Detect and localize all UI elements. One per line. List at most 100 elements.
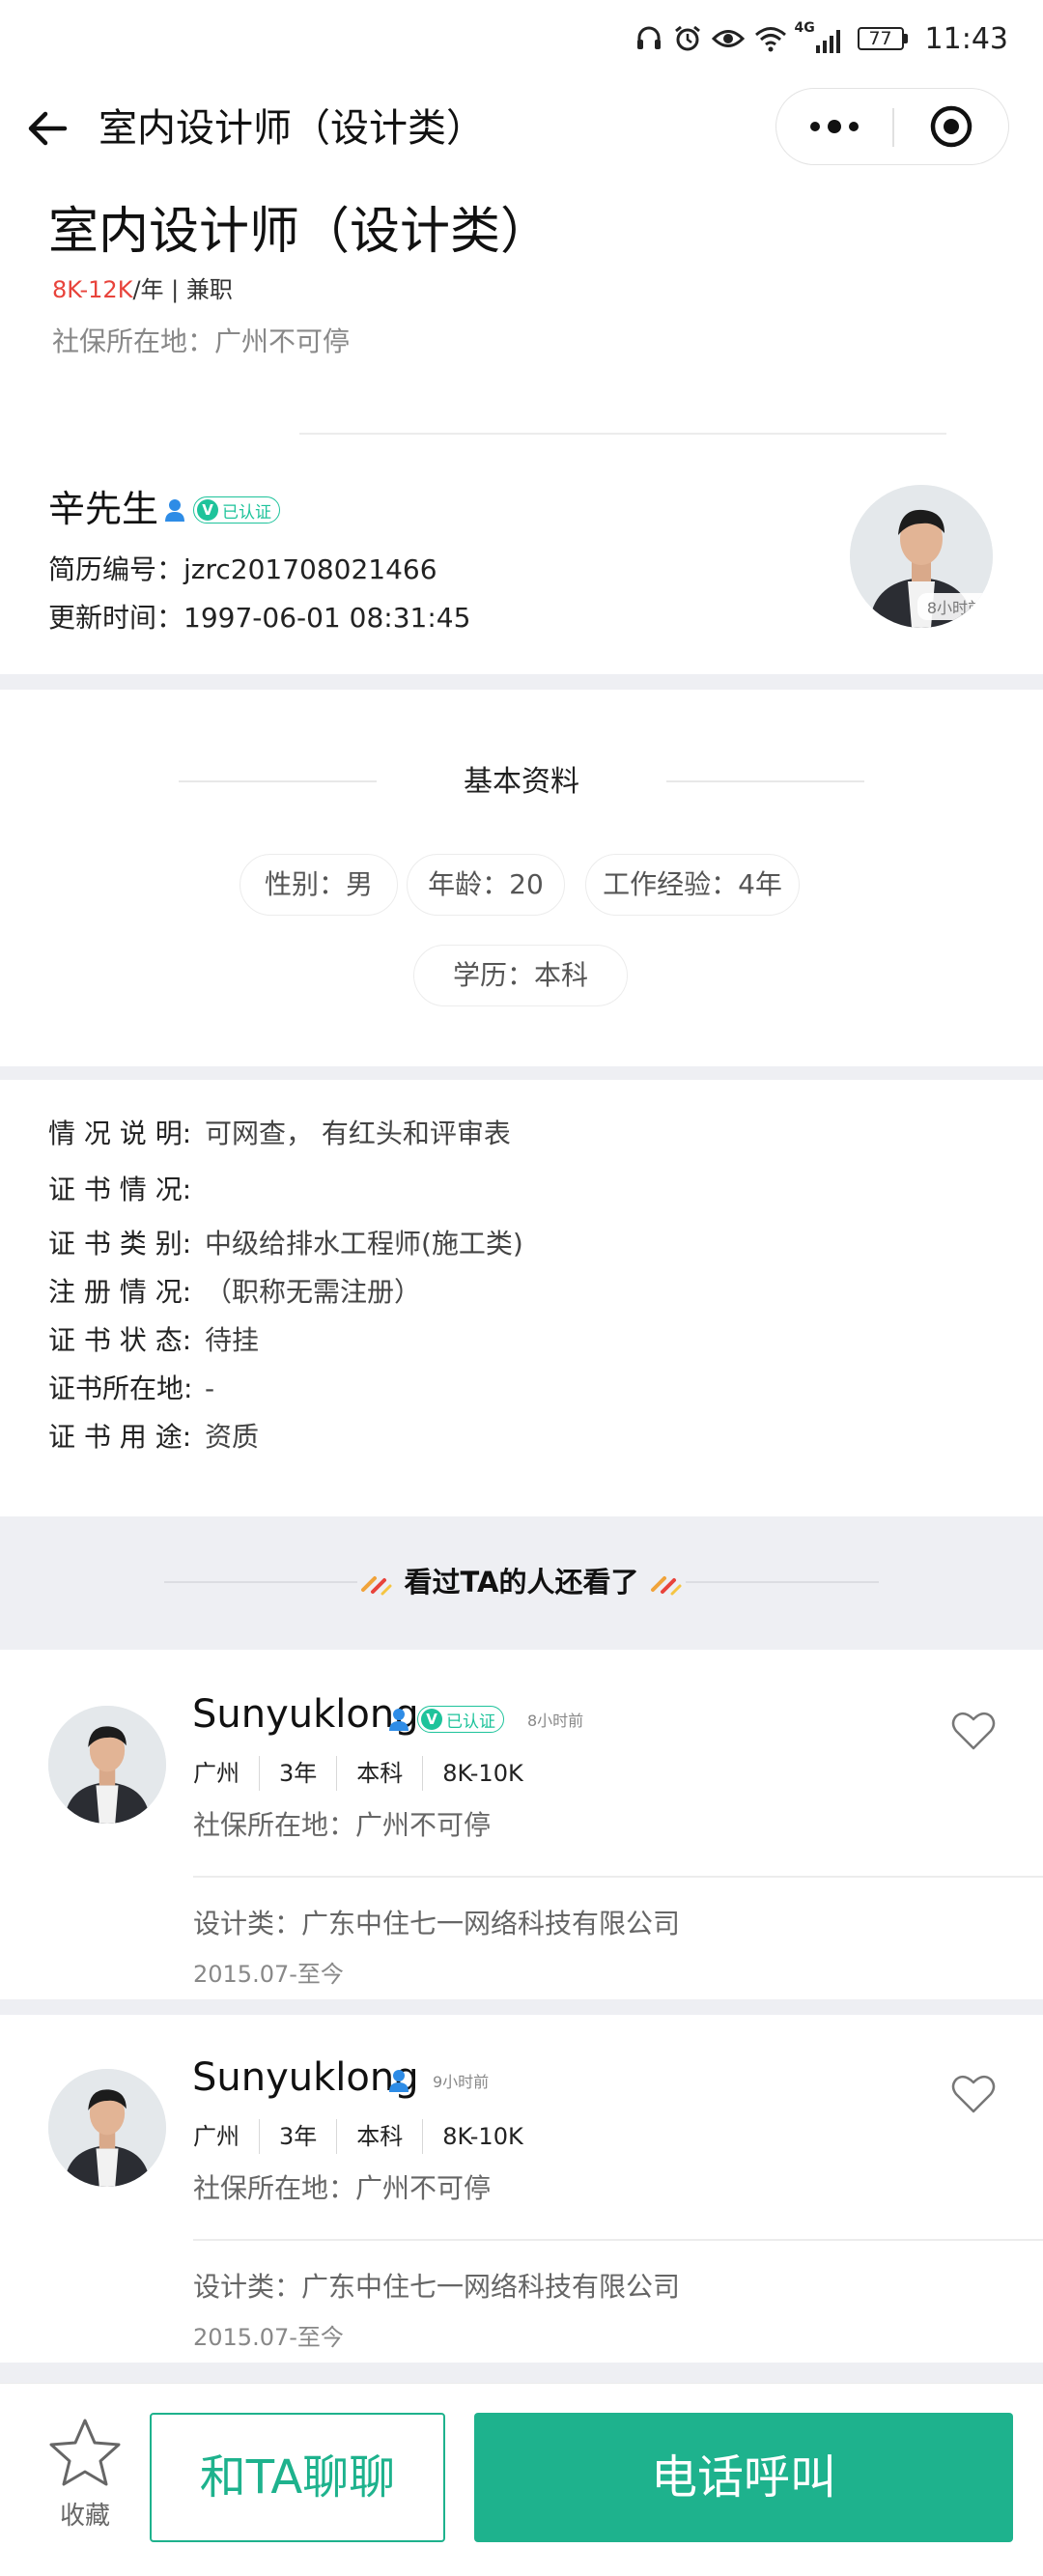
wifi-icon — [754, 27, 786, 52]
card-tags: 广州 3年 本科 8K-10K — [193, 2119, 543, 2154]
target-close-icon — [930, 105, 973, 148]
status-icons: 4G 77 11:43 — [634, 19, 1008, 58]
tag-city: 广州 — [193, 1760, 240, 1787]
section-gap — [0, 2363, 1043, 2383]
social-security-location: 社保所在地：广州不可停 — [52, 326, 351, 357]
back-button[interactable] — [21, 102, 73, 155]
sparkle-left-icon — [361, 1576, 392, 1596]
detail-value: 待挂 — [205, 1324, 260, 1356]
card-time: 9小时前 — [433, 2073, 490, 2091]
headset-icon — [636, 26, 661, 49]
section-gap — [0, 674, 1043, 690]
heart-icon[interactable] — [950, 1710, 997, 1752]
detail-label: 证书所在地: — [48, 1373, 193, 1404]
tag-salary: 8K-10K — [422, 1756, 542, 1791]
battery-level: 77 — [857, 27, 904, 50]
candidate-name: 辛先生 — [48, 488, 159, 530]
close-mini-program-button[interactable] — [893, 89, 1009, 164]
card-name: Sunyuklong — [192, 1692, 419, 1737]
nav-bar: 室内设计师（设计类） — [0, 85, 1043, 172]
detail-row-certificate: 证 书 情 况: — [48, 1171, 205, 1209]
detail-value: - — [205, 1373, 215, 1404]
detail-row-category: 证 书 类 别: 中级给排水工程师(施工类) — [48, 1225, 523, 1263]
tag-education: 本科 — [336, 2119, 422, 2154]
detail-row-status: 证 书 状 态: 待挂 — [48, 1321, 259, 1360]
card-period: 2015.07-至今 — [193, 1961, 344, 1988]
resume-title: 室内设计师（设计类） — [48, 203, 551, 261]
salary: 8K-12K — [52, 276, 133, 303]
updated-time: 1997-06-01 08:31:45 — [183, 602, 471, 634]
chat-button[interactable]: 和TA聊聊 — [150, 2413, 445, 2542]
card-company: 设计类：广东中住七一网络科技有限公司 — [193, 1908, 681, 1939]
tag-education: 本科 — [336, 1756, 422, 1791]
heart-icon[interactable] — [950, 2073, 997, 2115]
card-company: 设计类：广东中住七一网络科技有限公司 — [193, 2271, 681, 2303]
divider — [299, 433, 946, 435]
card-badges: 9小时前 — [388, 2069, 489, 2092]
bottom-action-bar: 收藏 和TA聊聊 电话呼叫 — [0, 2383, 1043, 2576]
verified-check-icon: V — [197, 499, 218, 521]
detail-value: 可网查， 有红头和评审表 — [205, 1118, 511, 1149]
network-type: 4G — [794, 20, 815, 36]
avatar — [48, 2069, 166, 2187]
candidate-card[interactable]: Sunyuklong 9小时前 广州 3年 本科 8K-10K 社保所在地：广州… — [0, 2015, 1043, 2363]
person-icon — [165, 499, 184, 522]
avatar-photo — [48, 2069, 166, 2187]
verified-badge: V 已认证 — [417, 1706, 504, 1733]
tag-salary: 8K-10K — [422, 2119, 542, 2154]
detail-value: 资质 — [205, 1421, 260, 1453]
tag-experience: 3年 — [259, 1756, 336, 1791]
card-badges: V 已认证 8小时前 — [388, 1706, 583, 1733]
detail-label: 情 况 说 明: — [48, 1118, 192, 1149]
card-name: Sunyuklong — [192, 2055, 419, 2100]
network-signal-icon: 4G — [795, 20, 840, 53]
detail-row-description: 情 况 说 明: 可网查， 有红头和评审表 — [48, 1115, 511, 1153]
verified-check-icon: V — [421, 1709, 442, 1730]
candidate-card[interactable]: Sunyuklong V 已认证 8小时前 广州 3年 本科 8K-10K 社保所… — [0, 1652, 1043, 1999]
title-line-right — [666, 780, 864, 782]
verified-badge: V 已认证 — [193, 496, 280, 524]
divider — [193, 1876, 1043, 1878]
person-icon — [389, 2070, 409, 2092]
star-icon — [49, 2419, 121, 2486]
tag-city: 广州 — [193, 2123, 240, 2150]
detail-value: 中级给排水工程师(施工类) — [205, 1228, 523, 1260]
detail-row-usage: 证 书 用 途: 资质 — [48, 1418, 259, 1457]
more-icon — [810, 120, 859, 133]
clock: 11:43 — [924, 21, 1008, 56]
favorite-label: 收藏 — [59, 2502, 110, 2531]
chip-gender: 性别：男 — [240, 854, 398, 916]
eye-icon — [711, 30, 745, 47]
detail-label: 证 书 状 态: — [48, 1324, 192, 1356]
tag-experience: 3年 — [259, 2119, 336, 2154]
favorite-button[interactable]: 收藏 — [39, 2417, 131, 2532]
resume-number-row: 简历编号：jzrc201708021466 — [48, 551, 437, 589]
detail-row-location: 证书所在地: - — [48, 1370, 214, 1408]
detail-label: 证 书 情 况: — [48, 1174, 192, 1205]
card-time: 8小时前 — [527, 1712, 584, 1730]
card-social-security: 社保所在地：广州不可停 — [193, 1809, 492, 1841]
sparkle-right-icon — [650, 1576, 682, 1596]
card-period: 2015.07-至今 — [193, 2324, 344, 2351]
call-button[interactable]: 电话呼叫 — [474, 2413, 1013, 2542]
detail-label: 注 册 情 况: — [48, 1276, 192, 1308]
avatar-photo — [48, 1706, 166, 1824]
divider — [193, 2239, 1043, 2241]
arrow-left-icon — [28, 111, 68, 146]
basic-info-title: 基本资料 — [464, 765, 579, 799]
salary-line: 8K-12K/年 | 兼职 — [52, 272, 233, 307]
chip-experience: 工作经验：4年 — [585, 854, 800, 916]
person-icon — [389, 1709, 409, 1731]
recommend-header: 看过TA的人还看了 — [0, 1516, 1043, 1650]
job-type: /年 | 兼职 — [132, 276, 233, 303]
resume-number-label: 简历编号： — [48, 553, 184, 585]
mini-program-capsule — [775, 88, 1009, 165]
section-gap — [0, 1066, 1043, 1080]
nav-title: 室内设计师（设计类） — [99, 106, 485, 151]
recommend-title: 看过TA的人还看了 — [0, 1559, 1043, 1605]
detail-row-registration: 注 册 情 况: （职称无需注册） — [48, 1273, 421, 1312]
detail-value: （职称无需注册） — [205, 1276, 422, 1308]
updated-time-label: 更新时间： — [48, 602, 184, 634]
more-button[interactable] — [776, 89, 892, 164]
chip-education: 学历：本科 — [413, 945, 628, 1006]
